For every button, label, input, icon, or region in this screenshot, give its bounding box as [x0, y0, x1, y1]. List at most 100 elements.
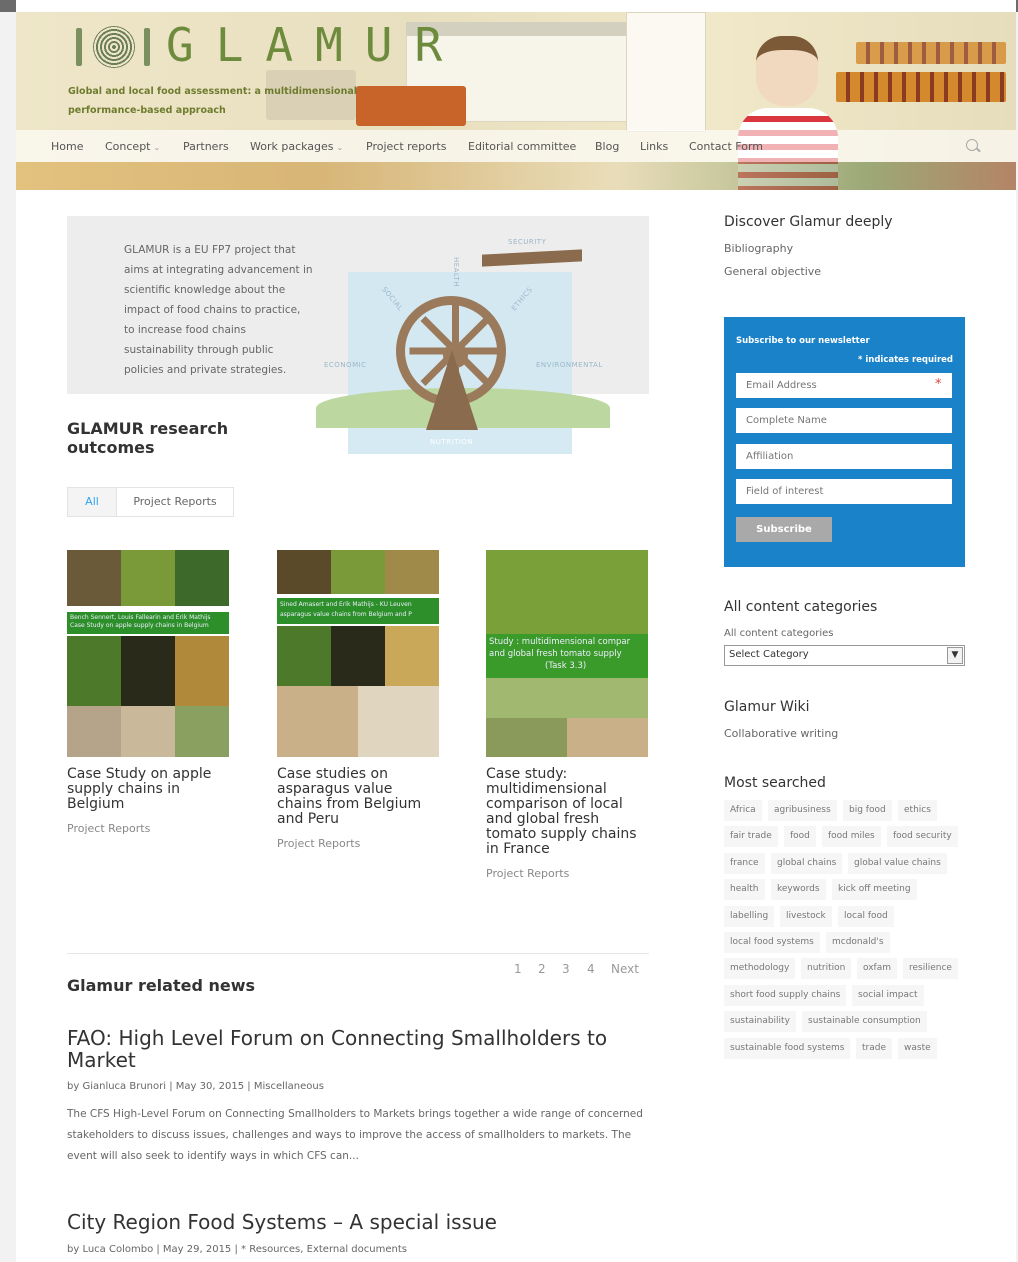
card-thumbnail[interactable]: Sined Amasert and Erik Mathijs - KU Leuv…: [277, 550, 439, 757]
pagination-page-3[interactable]: 3: [562, 962, 570, 976]
link-bibliography[interactable]: Bibliography: [724, 242, 793, 255]
required-note: * indicates required: [857, 355, 953, 365]
nav-label: Project reports: [366, 140, 447, 153]
card-title[interactable]: Case study: multidimensional comparison …: [486, 767, 646, 857]
nav-editorial-committee[interactable]: Editorial committee: [468, 140, 576, 153]
post-title[interactable]: City Region Food Systems – A special iss…: [67, 1211, 647, 1233]
tag-link[interactable]: waste: [898, 1037, 937, 1059]
thumb-tile: [277, 550, 331, 594]
tag-link[interactable]: agribusiness: [768, 800, 837, 821]
tag-link[interactable]: big food: [843, 800, 892, 821]
nav-contact-form[interactable]: Contact Form: [689, 140, 763, 153]
knife-icon: [144, 28, 150, 66]
search-icon[interactable]: [966, 139, 978, 151]
thumb-tile: [486, 718, 567, 757]
email-field[interactable]: [736, 373, 952, 398]
categories-label: All content categories: [724, 628, 834, 639]
nav-work-packages[interactable]: Work packages ⌄: [250, 140, 343, 153]
tag-link[interactable]: short food supply chains: [724, 984, 847, 1006]
nav-partners[interactable]: Partners: [183, 140, 229, 153]
name-field[interactable]: [736, 408, 952, 433]
band-line: asparagus value chains from Belgium and …: [280, 611, 412, 618]
link-general-objective[interactable]: General objective: [724, 265, 821, 278]
tag-link[interactable]: fair trade: [724, 826, 778, 848]
subscribe-button[interactable]: Subscribe: [736, 517, 832, 542]
nav-label: Concept: [105, 140, 151, 153]
diagram-label-health: HEALTH: [451, 257, 460, 287]
site-logo[interactable]: GLAMUR: [166, 18, 464, 72]
card-title[interactable]: Case Study on apple supply chains in Bel…: [67, 767, 227, 812]
tag-link[interactable]: methodology: [724, 958, 796, 980]
thumb-tile: [121, 636, 175, 706]
tag-link[interactable]: france: [724, 852, 765, 874]
tag-link[interactable]: mcdonald's: [826, 932, 890, 953]
diagram-label-security: SECURITY: [508, 238, 547, 246]
tag-link[interactable]: food security: [887, 826, 958, 848]
tag-link[interactable]: ethics: [898, 800, 937, 821]
pagination-page-1[interactable]: 1: [514, 962, 522, 976]
thumb-band: Study : multidimensional compar and globa…: [486, 634, 648, 678]
pagination-page-2[interactable]: 2: [538, 962, 546, 976]
thumb-tile: [331, 626, 385, 686]
tag-link[interactable]: oxfam: [857, 958, 898, 980]
tag-link[interactable]: sustainability: [724, 1011, 796, 1033]
header-grocer-head: [756, 36, 818, 106]
diagram-label-nutrition: NUTRITION: [430, 438, 474, 446]
tag-link[interactable]: food: [784, 826, 816, 848]
nav-project-reports[interactable]: Project reports: [366, 140, 446, 153]
post-title[interactable]: FAO: High Level Forum on Connecting Smal…: [67, 1027, 647, 1071]
tag-link[interactable]: sustainable food systems: [724, 1037, 851, 1059]
tag-link[interactable]: global chains: [771, 852, 843, 874]
header-column: [626, 12, 706, 132]
tag-link[interactable]: nutrition: [801, 958, 852, 980]
card-category[interactable]: Project Reports: [277, 837, 360, 850]
filter-project-reports[interactable]: Project Reports: [116, 487, 234, 517]
card-thumbnail[interactable]: Bench Sennert, Louis Fallearin and Erik …: [67, 550, 229, 757]
card-category[interactable]: Project Reports: [486, 867, 569, 880]
affiliation-field[interactable]: [736, 444, 952, 469]
pagination-next[interactable]: Next: [611, 962, 639, 976]
tag-link[interactable]: Africa: [724, 800, 762, 821]
tag-link[interactable]: social impact: [852, 984, 924, 1006]
link-collaborative-writing[interactable]: Collaborative writing: [724, 727, 838, 740]
tag-link[interactable]: health: [724, 879, 765, 901]
tag-link[interactable]: livestock: [780, 905, 832, 927]
nav-label: Contact Form: [689, 140, 764, 153]
header-truck: [356, 86, 466, 126]
pagination-page-4[interactable]: 4: [587, 962, 595, 976]
thumb-tile: [277, 686, 358, 757]
interest-field[interactable]: [736, 479, 952, 504]
tag-link[interactable]: resilience: [903, 958, 958, 980]
tag-link[interactable]: keywords: [771, 879, 826, 901]
tag-link[interactable]: kick off meeting: [832, 879, 917, 901]
nav-label: Editorial committee: [468, 140, 577, 153]
card-thumbnail[interactable]: Study : multidimensional compar and globa…: [486, 550, 648, 757]
tagline-line-1: Global and local food assessment: a mult…: [68, 86, 358, 97]
card-title[interactable]: Case studies on asparagus value chains f…: [277, 767, 442, 827]
thumb-tile: [385, 550, 439, 594]
tag-link[interactable]: local food systems: [724, 932, 820, 953]
card-category[interactable]: Project Reports: [67, 822, 150, 835]
filter-all[interactable]: All: [67, 487, 117, 517]
newsletter-form: Subscribe to our newsletter * indicates …: [724, 317, 965, 567]
tag-link[interactable]: sustainable consumption: [802, 1011, 927, 1033]
tag-link[interactable]: labelling: [724, 905, 775, 927]
nav-links[interactable]: Links: [640, 140, 668, 153]
diagram-label-economic: ECONOMIC: [324, 361, 367, 369]
tag-link[interactable]: local food: [838, 905, 894, 927]
nav-label: Work packages: [250, 140, 334, 153]
tag-link[interactable]: trade: [856, 1037, 892, 1059]
chevron-down-icon: ⌄: [336, 143, 344, 152]
nav-label: Blog: [595, 140, 620, 153]
widget-title-discover: Discover Glamur deeply: [724, 214, 893, 230]
thumb-tile: [175, 706, 229, 757]
thumb-tile: [175, 636, 229, 706]
news-heading: Glamur related news: [67, 976, 256, 995]
tag-link[interactable]: food miles: [822, 826, 881, 848]
tag-link[interactable]: global value chains: [848, 852, 947, 874]
category-select[interactable]: Select Category ▼: [724, 645, 965, 666]
nav-home[interactable]: Home: [51, 140, 83, 153]
thumb-tile: [67, 550, 121, 606]
nav-concept[interactable]: Concept ⌄: [105, 140, 160, 153]
nav-blog[interactable]: Blog: [595, 140, 619, 153]
